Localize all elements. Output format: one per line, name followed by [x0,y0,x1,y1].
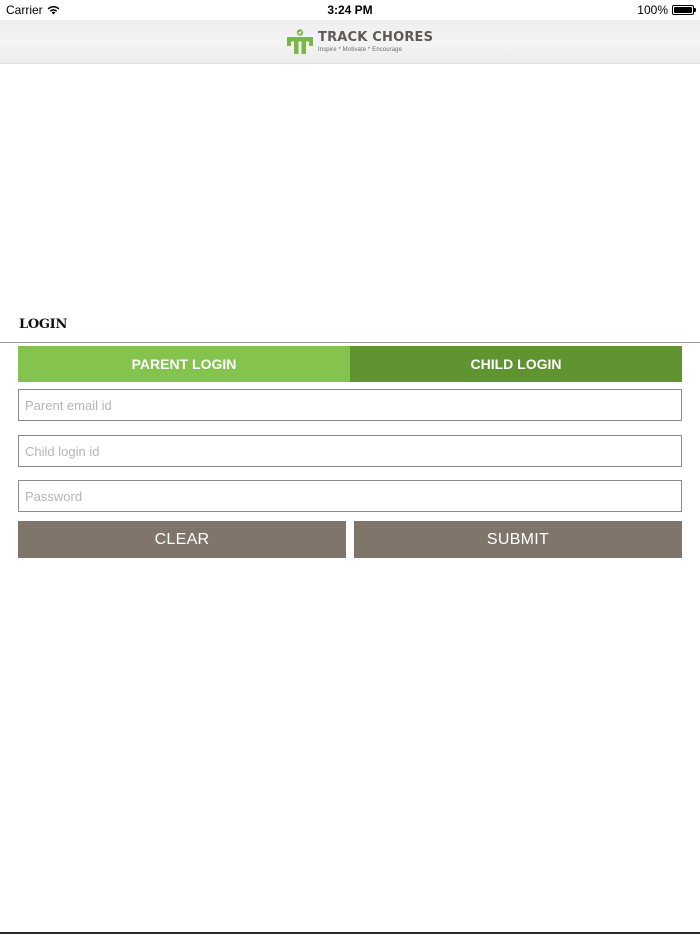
logo-title: TRACK CHORES [318,30,434,45]
status-time: 3:24 PM [327,3,373,17]
parent-email-input[interactable] [18,389,682,421]
app-logo: TRACK CHORES Inspire * Motivate * Encour… [286,28,433,56]
battery-icon [672,5,696,15]
track-chores-logo-icon [287,29,313,54]
submit-button[interactable]: SUBMIT [354,521,682,558]
logo-text: TRACK CHORES Inspire * Motivate * Encour… [318,31,433,53]
tab-child-login[interactable]: CHILD LOGIN [350,346,682,382]
battery-fill [674,7,692,13]
password-input[interactable] [18,480,682,512]
battery-info: 100% [637,3,696,17]
logo-tagline: Inspire * Motivate * Encourage [318,47,403,53]
login-title: LOGIN [19,317,68,332]
battery-percentage: 100% [637,3,668,17]
child-login-input[interactable] [18,435,682,467]
status-bar: Carrier 3:24 PM 100% [0,0,700,20]
tab-parent-login[interactable]: PARENT LOGIN [18,346,350,382]
clear-button[interactable]: CLEAR [18,521,346,558]
app-header: TRACK CHORES Inspire * Motivate * Encour… [0,20,700,64]
login-tabs: PARENT LOGIN CHILD LOGIN [18,346,682,382]
section-divider [0,342,700,343]
